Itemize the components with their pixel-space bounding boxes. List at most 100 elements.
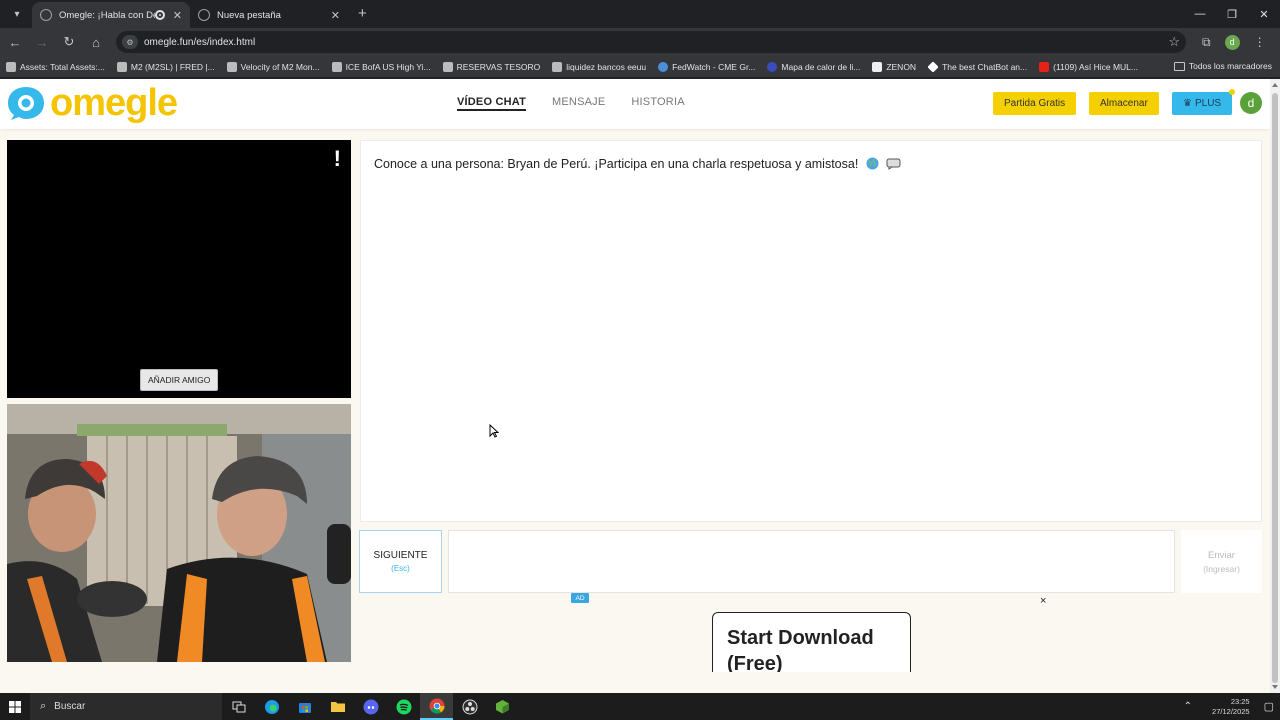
globe-icon (40, 9, 52, 21)
main-nav: VÍDEO CHAT MENSAJE HISTORIA (457, 96, 685, 111)
ad-close-button[interactable]: × (1040, 595, 1046, 607)
minecraft-icon[interactable] (486, 693, 519, 720)
system-message: Conoce a una persona: Bryan de Perú. ¡Pa… (374, 157, 901, 171)
maximize-button[interactable]: ❐ (1216, 0, 1248, 28)
search-icon: ⌕ (40, 700, 47, 712)
clock[interactable]: 23:25 27/12/2025 (1212, 697, 1250, 717)
ad-download-button[interactable]: Start Download (Free) (712, 612, 911, 672)
notifications-icon[interactable]: ▢ (1264, 700, 1274, 713)
back-button[interactable]: ← (3, 30, 27, 54)
plus-button[interactable]: ♛ PLUS (1172, 89, 1236, 115)
bookmark-label: Velocity of M2 Mon... (240, 61, 320, 72)
globe-emoji-icon (866, 157, 879, 170)
store-button[interactable]: Almacenar (1089, 92, 1159, 115)
obs-icon[interactable] (453, 693, 486, 720)
globe-icon (198, 9, 210, 21)
report-button[interactable]: ! (334, 146, 341, 172)
minimize-button[interactable]: — (1184, 0, 1216, 28)
nav-history[interactable]: HISTORIA (631, 96, 684, 111)
send-label: Enviar (1208, 549, 1235, 561)
next-label: SIGUIENTE (373, 550, 428, 561)
bookmark-star-icon[interactable]: ☆ (1168, 34, 1180, 50)
bookmark-favicon-icon (552, 61, 563, 72)
edge-icon[interactable] (255, 693, 288, 720)
bookmark-item[interactable]: M2 (M2SL) | FRED |... (116, 61, 215, 72)
discord-icon[interactable] (354, 693, 387, 720)
store-app-icon[interactable] (288, 693, 321, 720)
free-game-button[interactable]: Partida Gratis (993, 92, 1077, 115)
bookmark-item[interactable]: Assets: Total Assets:... (6, 61, 105, 72)
new-tab-button[interactable]: + (358, 5, 367, 22)
close-tab-icon[interactable]: ✕ (173, 9, 182, 22)
home-button[interactable]: ⌂ (84, 30, 108, 54)
user-avatar[interactable]: d (1240, 92, 1262, 114)
folder-icon (1173, 61, 1185, 71)
bookmark-label: liquidez bancos eeuu (566, 61, 647, 72)
window-controls: — ❐ ✕ (1184, 0, 1280, 28)
bookmark-item[interactable]: FedWatch - CME Gr... (658, 61, 755, 72)
mouse-cursor-icon (489, 424, 499, 438)
menu-icon[interactable]: ⋮ (1254, 35, 1266, 49)
bookmark-item[interactable]: RESERVAS TESORO (442, 61, 540, 72)
tab-omegle[interactable]: Omegle: ¡Habla con Descon ✕ (32, 2, 190, 28)
bookmark-item[interactable]: Velocity of M2 Mon... (226, 61, 320, 72)
clock-time: 23:25 (1230, 696, 1250, 706)
next-shortcut: (Esc) (391, 564, 410, 573)
spotify-icon[interactable] (387, 693, 420, 720)
tab-title: Nueva pestaña (217, 9, 281, 21)
bookmark-item[interactable]: Mapa de calor de li... (767, 61, 860, 72)
bookmark-favicon-icon (442, 61, 453, 72)
profile-avatar[interactable]: d (1224, 34, 1240, 50)
omegle-logo[interactable]: omegle (6, 82, 178, 124)
scrollbar-thumb[interactable] (1272, 93, 1278, 683)
next-button[interactable]: SIGUIENTE (Esc) (359, 530, 442, 593)
tab-new[interactable]: Nueva pestaña ✕ (190, 2, 348, 28)
logo-text: omegle (50, 82, 178, 124)
speech-bubble-emoji-icon (886, 158, 901, 170)
message-input[interactable] (448, 530, 1175, 593)
site-info-icon[interactable]: ⚙ (122, 35, 138, 49)
tab-title: Omegle: ¡Habla con Descon (59, 9, 155, 21)
ad-badge: AD (571, 593, 589, 603)
bookmark-favicon-icon (658, 61, 669, 72)
chrome-icon[interactable] (420, 693, 453, 720)
windows-taskbar: ⌕ Buscar ⌃ 23:25 27/12/2025 ▢ (0, 693, 1280, 720)
all-bookmarks-label: Todos los marcadores (1188, 61, 1272, 71)
bookmark-item[interactable]: The best ChatBot an... (927, 60, 1028, 73)
notification-dot (1229, 89, 1236, 95)
all-bookmarks-button[interactable]: Todos los marcadores (1173, 61, 1272, 71)
bookmark-label: The best ChatBot an... (942, 61, 1028, 72)
bookmark-item[interactable]: (1109) Así Hice MUL... (1039, 61, 1138, 72)
bookmark-label: ICE BofA US High Yi... (345, 61, 431, 72)
task-view-icon[interactable] (222, 693, 255, 720)
scroll-up-icon[interactable] (1272, 83, 1278, 87)
close-window-button[interactable]: ✕ (1248, 0, 1280, 28)
plus-label: PLUS (1194, 98, 1222, 109)
bookmark-favicon-icon (767, 61, 778, 72)
file-explorer-icon[interactable] (321, 693, 354, 720)
bookmark-favicon-icon (927, 60, 939, 73)
self-camera-video (7, 404, 351, 662)
chat-log: Conoce a una persona: Bryan de Perú. ¡Pa… (360, 140, 1262, 522)
add-friend-button[interactable]: AÑADIR AMIGO (140, 369, 219, 391)
bookmark-item[interactable]: ICE BofA US High Yi... (331, 61, 431, 72)
extensions-icon[interactable]: ⧉ (1202, 35, 1211, 50)
bookmark-item[interactable]: liquidez bancos eeuu (552, 61, 647, 72)
windows-logo-icon (9, 700, 21, 713)
send-button[interactable]: Enviar (Ingresar) (1181, 530, 1262, 593)
bookmark-item[interactable]: ZENON (872, 61, 916, 72)
close-tab-icon[interactable]: ✕ (331, 9, 340, 22)
chevron-up-icon[interactable]: ⌃ (1184, 701, 1192, 712)
reload-button[interactable]: ↻ (57, 30, 81, 54)
start-button[interactable] (0, 693, 30, 720)
forward-button[interactable]: → (30, 30, 54, 54)
page-scrollbar[interactable] (1270, 79, 1280, 693)
nav-message[interactable]: MENSAJE (552, 96, 605, 111)
site-header: omegle VÍDEO CHAT MENSAJE HISTORIA Parti… (0, 79, 1270, 129)
tab-search-icon[interactable]: ▾ (6, 4, 28, 24)
omegle-page: omegle VÍDEO CHAT MENSAJE HISTORIA Parti… (0, 79, 1270, 693)
scroll-down-icon[interactable] (1272, 685, 1278, 689)
address-bar[interactable]: ⚙ omegle.fun/es/index.html ☆ (116, 31, 1186, 53)
taskbar-search[interactable]: ⌕ Buscar (30, 693, 222, 720)
nav-video-chat[interactable]: VÍDEO CHAT (457, 96, 527, 111)
